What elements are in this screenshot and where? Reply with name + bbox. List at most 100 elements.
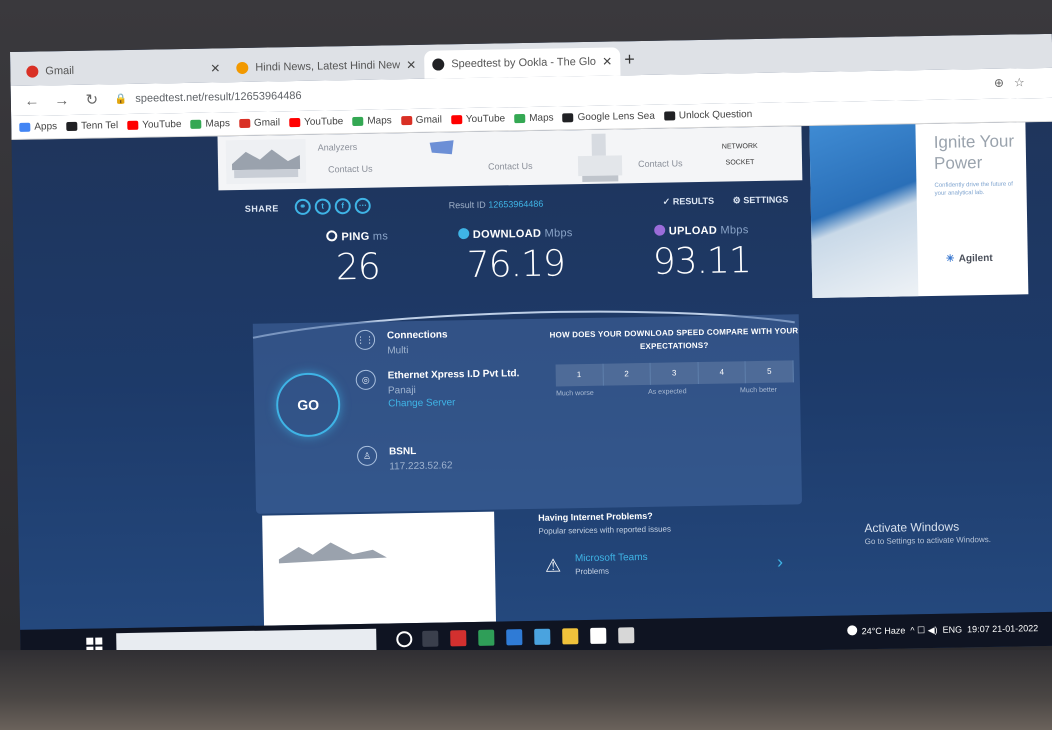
side-ad[interactable]: Ignite Your Power Confidently drive the …	[809, 122, 1029, 299]
forward-button[interactable]: →	[53, 91, 71, 108]
app-icon[interactable]	[478, 629, 495, 646]
result-id-label: Result ID	[448, 199, 486, 211]
bookmark-item[interactable]: Tenn Tel	[66, 120, 118, 132]
bottom-ad[interactable]	[262, 511, 497, 626]
go-button[interactable]: GO	[275, 372, 341, 438]
activate-subtitle: Go to Settings to activate Windows.	[864, 534, 992, 547]
bookmark-label: Google Lens Sea	[577, 110, 655, 124]
settings-button[interactable]: ⚙ SETTINGS	[733, 194, 789, 206]
activate-title: Activate Windows	[864, 519, 960, 536]
twitter-icon[interactable]: t	[314, 198, 331, 215]
host-location: Panaji	[387, 384, 416, 397]
bookmark-icon	[400, 115, 412, 126]
bookmark-label: YouTube	[303, 116, 344, 128]
download-label: DOWNLOAD	[472, 227, 542, 241]
speedtest-page: Analyzers Contact Us Contact Us Contact …	[11, 121, 1052, 630]
ad-cta-button[interactable]: NETWORK SOCKET	[710, 139, 770, 167]
tab-speedtest[interactable]: Speedtest by Ookla - The Glob ✕	[424, 47, 621, 79]
bookmark-label: Apps	[34, 121, 58, 133]
acrobat-icon[interactable]	[450, 630, 467, 647]
host-name: Ethernet Xpress I.D Pvt Ltd.	[387, 368, 520, 382]
survey-rating-4[interactable]: 4	[698, 361, 747, 385]
close-tab-icon[interactable]: ✕	[406, 58, 416, 72]
chrome-icon[interactable]	[534, 628, 551, 645]
share-link-icon[interactable]: ⚭	[294, 198, 311, 216]
survey-rating-1[interactable]: 1	[555, 363, 604, 387]
bookmark-item[interactable]: YouTube	[127, 119, 182, 131]
app-icon[interactable]	[618, 627, 635, 644]
ad-photo	[809, 124, 919, 299]
bookmark-item[interactable]: Maps	[190, 118, 230, 130]
bookmark-item[interactable]: Gmail	[400, 114, 442, 126]
bookmark-icon	[562, 113, 574, 123]
store-icon[interactable]	[590, 627, 607, 644]
bookmark-item[interactable]: YouTube	[288, 116, 344, 128]
address-bar[interactable]: speedtest.net/result/12653964486	[135, 90, 302, 105]
gear-icon: ⚙	[732, 195, 741, 206]
bookmark-item[interactable]: Maps	[514, 113, 554, 125]
tab-title: Gmail	[45, 64, 75, 78]
close-tab-icon[interactable]: ✕	[602, 54, 612, 68]
new-tab-button[interactable]: +	[624, 49, 635, 70]
bookmark-label: Unlock Question	[678, 109, 753, 122]
upload-unit: Mbps	[720, 224, 749, 237]
bookmark-item[interactable]: Maps	[352, 115, 392, 127]
lock-icon: 🔒	[114, 93, 128, 105]
survey-question: HOW DOES YOUR DOWNLOAD SPEED COMPARE WIT…	[549, 326, 799, 352]
survey-rating-5[interactable]: 5	[745, 360, 794, 384]
connections-icon: ⋮⋮	[354, 329, 376, 351]
bookmark-icon	[352, 116, 364, 127]
globe-icon: ◎	[355, 369, 376, 391]
bookmark-label: YouTube	[465, 113, 506, 126]
cortana-icon[interactable]	[396, 631, 413, 648]
bookmark-item[interactable]: Gmail	[238, 117, 280, 129]
more-share-icon[interactable]: ⋯	[354, 197, 371, 215]
download-arrow-icon	[457, 228, 469, 240]
top-banner-ad[interactable]: Analyzers Contact Us Contact Us Contact …	[217, 126, 803, 191]
survey-rating-2[interactable]: 2	[603, 362, 652, 386]
tab-gmail[interactable]: Gmail ✕	[18, 54, 228, 86]
flag-image-icon	[429, 140, 454, 155]
close-tab-icon[interactable]: ✕	[210, 61, 220, 75]
download-metric: DOWNLOAD Mbps 76.19	[445, 226, 586, 286]
bookmark-item[interactable]: YouTube	[450, 113, 506, 126]
problem-count: Problems	[575, 566, 610, 577]
tab-title: Hindi News, Latest Hindi News	[255, 59, 401, 74]
ping-label: PING	[341, 230, 370, 244]
download-unit: Mbps	[544, 227, 573, 240]
back-button[interactable]: ←	[23, 92, 41, 109]
facebook-icon[interactable]: f	[334, 198, 351, 215]
change-server-link[interactable]: Change Server	[388, 396, 526, 409]
ping-header: PING ms	[297, 229, 417, 244]
survey-rating-3[interactable]: 3	[650, 362, 699, 385]
bookmark-label: Tenn Tel	[81, 120, 119, 132]
language: ENG	[942, 624, 963, 635]
download-value: 76.19	[466, 243, 566, 287]
chevron-right-icon: ›	[776, 551, 784, 572]
task-view-icon[interactable]	[422, 630, 439, 647]
bookmark-item[interactable]: Apps	[19, 121, 57, 133]
bookmark-item[interactable]: Unlock Question	[663, 109, 753, 122]
connections-info[interactable]: ⋮⋮ Connections Multi	[354, 327, 525, 357]
bookmark-label: Maps	[205, 118, 231, 130]
reload-button[interactable]: ↻	[83, 90, 101, 108]
upload-value: 93.11	[652, 240, 752, 283]
problem-service-row[interactable]: ⚠ Microsoft Teams Problems ›	[539, 549, 799, 584]
speedtest-result-card: SHARE ⚭ t f ⋯ Result ID 12653964486 ✓ RE…	[237, 184, 803, 514]
clock-time: 19:07	[967, 623, 990, 635]
product-image-icon	[278, 542, 387, 564]
file-explorer-icon[interactable]	[562, 628, 579, 645]
bookmark-icon	[514, 114, 526, 124]
settings-label: SETTINGS	[743, 194, 789, 206]
results-button[interactable]: ✓ RESULTS	[663, 196, 715, 208]
tab-title: Speedtest by Ookla - The Glob	[451, 55, 597, 71]
edge-icon[interactable]	[506, 629, 523, 646]
tab-hindi-news[interactable]: Hindi News, Latest Hindi News ✕	[228, 51, 424, 82]
warning-icon: ⚠	[544, 555, 562, 576]
system-tray[interactable]: 24°C Haze ^ ☐ ◀) ENG 19:07 21-01-2022	[846, 622, 1039, 637]
toolbar-actions[interactable]: ⊕☆	[994, 75, 1035, 90]
bookmark-item[interactable]: Google Lens Sea	[562, 110, 655, 124]
result-id[interactable]: Result ID 12653964486	[449, 199, 544, 211]
ad-subtitle: Confidently drive the future of your ana…	[934, 181, 1013, 197]
isp-name: BSNL	[388, 445, 417, 458]
